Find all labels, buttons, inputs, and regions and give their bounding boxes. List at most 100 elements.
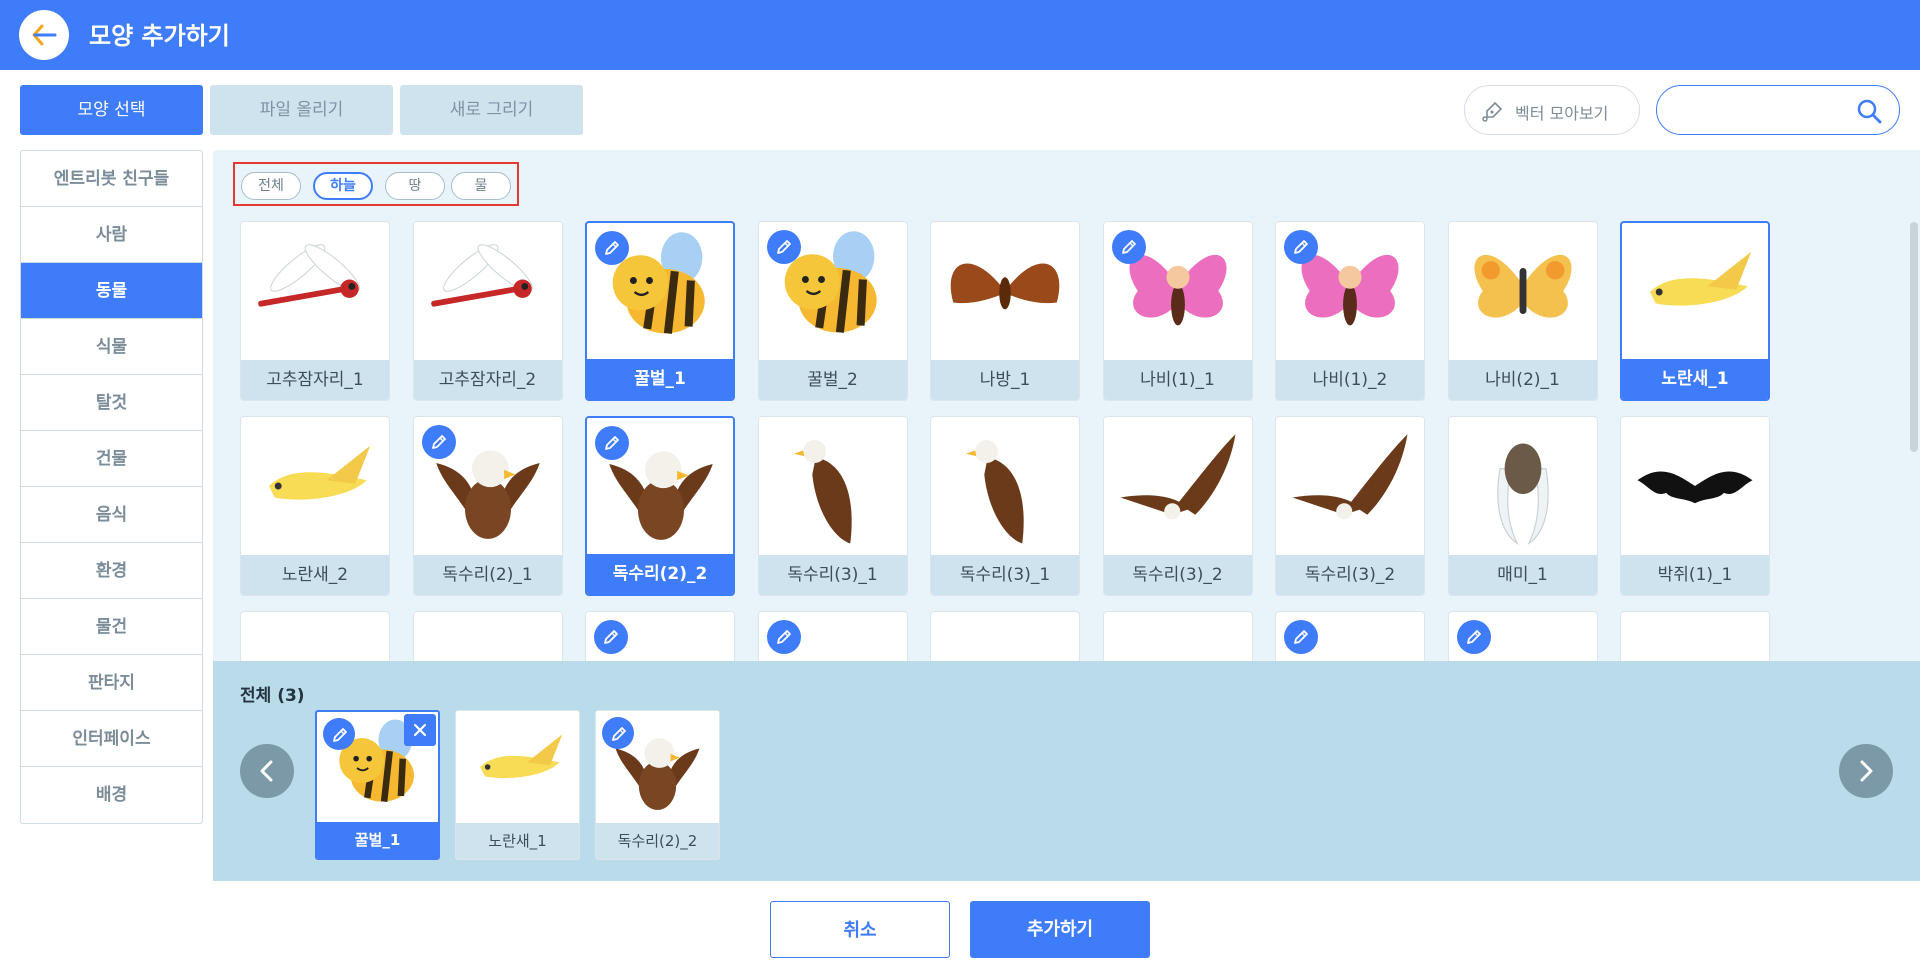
vector-view-button[interactable]: 벡터 모아보기 <box>1464 85 1640 135</box>
selected-shape-card[interactable]: 독수리(2)_2 <box>595 710 720 860</box>
pen-icon <box>431 435 446 449</box>
page-title: 모양 추가하기 <box>89 22 230 50</box>
yellow-bird-icon <box>1622 223 1768 361</box>
shape-card[interactable]: 독수리(3)_2 <box>1275 416 1425 596</box>
shape-card[interactable] <box>1447 611 1598 661</box>
shape-card[interactable] <box>1275 611 1425 661</box>
vector-edit-badge <box>421 425 456 459</box>
tray-next-button[interactable] <box>1839 744 1893 798</box>
filter-water[interactable]: 물 <box>451 172 511 200</box>
pen-icon <box>333 728 347 742</box>
search-icon[interactable] <box>1856 98 1882 124</box>
filter-land[interactable]: 땅 <box>385 172 445 200</box>
vector-edit-badge <box>766 620 801 654</box>
butterfly-yellow-icon <box>1449 222 1597 360</box>
cicada-icon <box>1449 417 1597 555</box>
filter-all[interactable]: 전체 <box>241 172 301 200</box>
shape-card-label: 독수리(3)_1 <box>931 555 1079 595</box>
shape-card[interactable] <box>585 611 735 661</box>
shape-card-label: 고추잠자리_1 <box>241 360 389 400</box>
add-button[interactable]: 추가하기 <box>970 901 1150 958</box>
selected-shape-card[interactable]: 노란새_1 <box>455 710 580 860</box>
pen-icon <box>604 630 618 644</box>
shape-card[interactable] <box>930 611 1080 661</box>
shape-card[interactable]: 독수리(3)_1 <box>757 416 908 596</box>
shape-card[interactable] <box>1620 611 1770 661</box>
shape-card-label: 독수리(3)_2 <box>1276 555 1424 595</box>
shape-card[interactable] <box>1102 611 1253 661</box>
eagle-flying-icon <box>1104 417 1252 555</box>
shape-card-label: 독수리(2)_2 <box>587 554 733 594</box>
shape-card[interactable]: 독수리(2)_2 <box>585 416 735 596</box>
eagle-flying-icon <box>1276 417 1424 555</box>
filter-sky[interactable]: 하늘 <box>313 172 373 200</box>
sidebar-item-plants[interactable]: 식물 <box>21 319 202 375</box>
vector-edit-badge <box>1284 230 1318 264</box>
dragonfly-icon <box>241 222 389 360</box>
shape-card[interactable]: 고추잠자리_1 <box>240 221 390 401</box>
shape-card-label: 노란새_1 <box>1622 359 1768 399</box>
sidebar-item-entrybot[interactable]: 엔트리봇 친구들 <box>21 151 202 207</box>
shape-card[interactable]: 나비(2)_1 <box>1447 221 1598 401</box>
search-input[interactable] <box>1675 96 1855 124</box>
shape-card[interactable]: 꿀벌_1 <box>585 221 735 401</box>
tab-select-shape[interactable]: 모양 선택 <box>20 85 203 135</box>
moth-icon <box>931 222 1079 360</box>
sidebar-item-environment[interactable]: 환경 <box>21 543 202 599</box>
remove-button[interactable] <box>404 714 436 746</box>
sidebar-item-food[interactable]: 음식 <box>21 487 202 543</box>
sidebar-item-interface[interactable]: 인터페이스 <box>21 711 202 767</box>
bat-wing-icon <box>241 612 389 661</box>
shape-card[interactable]: 나방_1 <box>930 221 1080 401</box>
shape-card-label: 노란새_2 <box>241 555 389 595</box>
shape-card[interactable]: 독수리(3)_2 <box>1102 416 1253 596</box>
shape-card[interactable] <box>412 611 563 661</box>
shape-card-label: 나비(2)_1 <box>1448 360 1597 400</box>
bat-head-icon <box>1104 612 1252 661</box>
vector-view-label: 벡터 모아보기 <box>1515 104 1609 123</box>
white-bird-icon <box>414 612 562 661</box>
chevron-left-icon <box>260 760 273 782</box>
sidebar-item-people[interactable]: 사람 <box>21 207 202 263</box>
selected-tray: 전체 (3) 꿀벌_1 노란새_1 독수리(2)_2 <box>213 661 1920 881</box>
shape-card[interactable]: 독수리(3)_1 <box>930 416 1080 596</box>
shape-card[interactable]: 나비(1)_2 <box>1275 221 1425 401</box>
pen-icon <box>1121 240 1136 254</box>
arrow-left-icon <box>32 24 57 46</box>
shape-card[interactable]: 노란새_2 <box>240 416 390 596</box>
shape-card-label: 나비(1)_2 <box>1276 360 1424 400</box>
shape-card-label: 꿀벌_1 <box>587 359 733 399</box>
tray-prev-button[interactable] <box>240 744 294 798</box>
red-bird-icon <box>1621 612 1769 661</box>
tab-new-drawing[interactable]: 새로 그리기 <box>400 85 583 135</box>
sidebar-item-objects[interactable]: 물건 <box>21 599 202 655</box>
back-button[interactable] <box>19 10 69 60</box>
shape-card[interactable]: 나비(1)_1 <box>1102 221 1253 401</box>
sidebar-item-background[interactable]: 배경 <box>21 767 202 823</box>
yellow-bird-icon <box>241 417 389 555</box>
shape-card[interactable]: 독수리(2)_1 <box>412 416 563 596</box>
shape-card-label: 매미_1 <box>1448 555 1597 595</box>
tab-upload-file[interactable]: 파일 올리기 <box>210 85 393 135</box>
pen-icon <box>776 630 791 644</box>
vector-edit-badge <box>602 717 634 749</box>
shape-card[interactable]: 꿀벌_2 <box>757 221 908 401</box>
sidebar-item-vehicles[interactable]: 탈것 <box>21 375 202 431</box>
selected-shape-card[interactable]: 꿀벌_1 <box>315 710 440 860</box>
pen-icon <box>605 241 619 255</box>
vector-edit-badge <box>595 426 629 460</box>
shape-card[interactable]: 박쥐(1)_1 <box>1620 416 1770 596</box>
shape-card[interactable] <box>757 611 908 661</box>
search-box <box>1656 85 1900 135</box>
shape-card[interactable]: 노란새_1 <box>1620 221 1770 401</box>
shape-card-label: 나비(1)_1 <box>1103 360 1252 400</box>
cancel-button[interactable]: 취소 <box>770 901 950 958</box>
shape-card[interactable] <box>240 611 390 661</box>
shape-card[interactable]: 고추잠자리_2 <box>412 221 563 401</box>
shape-card[interactable]: 매미_1 <box>1447 416 1598 596</box>
subcategory-filter: 전체 하늘 땅 물 <box>233 162 519 206</box>
sidebar-item-fantasy[interactable]: 판타지 <box>21 655 202 711</box>
sidebar-item-animals[interactable]: 동물 <box>21 263 202 319</box>
gallery-scrollbar[interactable] <box>1910 222 1918 452</box>
sidebar-item-buildings[interactable]: 건물 <box>21 431 202 487</box>
